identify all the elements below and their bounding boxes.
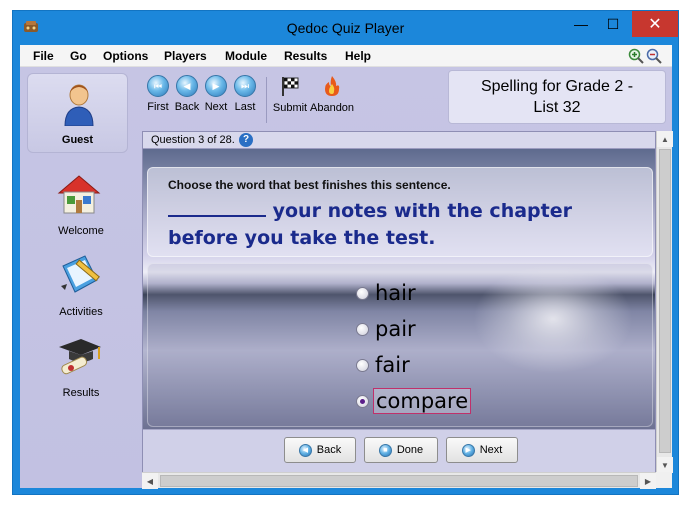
checkered-flag-icon — [282, 77, 299, 96]
answer-blank — [168, 199, 266, 217]
first-label: First — [147, 101, 169, 113]
answer-radio[interactable] — [356, 322, 369, 336]
question-header: Question 3 of 28. ? — [143, 132, 655, 149]
next-arrow-icon: ▶ — [461, 443, 475, 457]
sidebar-item-results[interactable]: Results — [20, 335, 142, 407]
menu-bar: File Go Options Players Module Results H… — [20, 45, 672, 67]
horizontal-scroll-thumb[interactable] — [160, 475, 638, 487]
abandon-label: Abandon — [310, 102, 355, 114]
answer-text[interactable]: hair — [373, 281, 418, 305]
abandon-button[interactable]: Abandon — [310, 75, 354, 114]
next-label: Next — [204, 101, 228, 113]
sidebar-label-activities: Activities — [59, 306, 103, 318]
fire-icon — [325, 76, 340, 96]
sidebar-label-results: Results — [62, 387, 100, 399]
scrollbar-corner — [656, 472, 672, 488]
submit-label: Submit — [272, 102, 308, 114]
vertical-scrollbar[interactable]: ▲ ▼ — [656, 131, 673, 473]
back-nav-button[interactable]: ◀ Back — [284, 437, 356, 463]
quiz-toolbar: ⏮ First ◀ Back ▶ Next ⏭ Last Submit Aban… — [143, 75, 373, 125]
answer-radio-selected[interactable] — [356, 394, 369, 408]
scroll-down-icon[interactable]: ▼ — [657, 457, 673, 473]
sentence-part-1: your notes with the chapter — [266, 200, 572, 222]
question-counter: Question 3 of 28. — [151, 134, 235, 146]
help-icon[interactable]: ? — [239, 133, 253, 147]
module-title-card: Spelling for Grade 2 - List 32 — [448, 70, 666, 124]
submit-button[interactable]: Submit — [272, 75, 308, 114]
sidebar-item-welcome[interactable]: Welcome — [20, 173, 142, 245]
menu-players[interactable]: Players — [164, 49, 207, 63]
answer-text-selected[interactable]: compare — [373, 388, 472, 414]
answer-option[interactable]: pair — [356, 316, 418, 342]
answer-option[interactable]: fair — [356, 352, 412, 378]
last-icon: ⏭ — [234, 75, 256, 97]
question-panel: Choose the word that best finishes this … — [147, 167, 653, 257]
maximize-button[interactable]: ☐ — [596, 11, 630, 37]
zoom-out-icon[interactable] — [646, 48, 662, 64]
next-nav-label: Next — [479, 444, 503, 456]
module-title-line1: Spelling for Grade 2 - — [480, 78, 634, 95]
menu-module[interactable]: Module — [225, 49, 267, 63]
client-area: File Go Options Players Module Results H… — [20, 45, 673, 489]
close-button[interactable]: ✕ — [632, 11, 678, 37]
done-label: Done — [396, 444, 424, 456]
toolbar-separator — [266, 77, 267, 123]
answer-text[interactable]: fair — [373, 353, 412, 377]
scroll-right-icon[interactable]: ▶ — [640, 473, 656, 489]
first-icon: ⏮ — [147, 75, 169, 97]
next-nav-button[interactable]: ▶ Next — [446, 437, 518, 463]
main-area: Guest Welcome Activities Results ⏮ First… — [20, 67, 673, 489]
answer-radio[interactable] — [356, 286, 369, 300]
sidebar-item-activities[interactable]: Activities — [20, 254, 142, 326]
back-nav-label: Back — [316, 444, 342, 456]
user-label: Guest — [61, 134, 94, 146]
minimize-button[interactable]: — — [564, 11, 598, 37]
next-button[interactable]: ▶ Next — [203, 75, 229, 113]
menu-go[interactable]: Go — [70, 49, 87, 63]
done-icon: ■ — [378, 443, 392, 457]
answer-option-selected[interactable]: compare — [356, 388, 472, 414]
back-label: Back — [174, 101, 200, 113]
notebook-pencil-icon — [61, 255, 100, 293]
menu-results[interactable]: Results — [284, 49, 327, 63]
back-arrow-icon: ◀ — [298, 443, 312, 457]
horizontal-scrollbar[interactable]: ◀ ▶ — [142, 472, 656, 489]
done-button[interactable]: ■ Done — [364, 437, 438, 463]
module-title-line2: List 32 — [533, 99, 581, 116]
answer-radio[interactable] — [356, 358, 369, 372]
answer-option[interactable]: hair — [356, 280, 418, 306]
user-profile-button[interactable]: Guest — [27, 73, 128, 153]
menu-help[interactable]: Help — [345, 49, 371, 63]
sidebar-label-welcome: Welcome — [58, 225, 104, 237]
question-sentence: your notes with the chapter before you t… — [168, 198, 638, 252]
last-button[interactable]: ⏭ Last — [232, 75, 258, 113]
user-avatar-icon — [64, 84, 94, 126]
home-icon — [57, 175, 101, 214]
scroll-up-icon[interactable]: ▲ — [657, 131, 673, 147]
menu-options[interactable]: Options — [103, 49, 148, 63]
vertical-scroll-thumb[interactable] — [659, 149, 671, 453]
sidebar: Guest Welcome Activities Results — [20, 67, 142, 488]
back-icon: ◀ — [176, 75, 198, 97]
last-label: Last — [234, 101, 256, 113]
question-nav-bar: ◀ Back ■ Done ▶ Next — [143, 429, 655, 472]
question-area: Question 3 of 28. ? Choose the word that… — [142, 131, 656, 473]
scroll-left-icon[interactable]: ◀ — [142, 473, 158, 489]
zoom-in-icon[interactable] — [628, 48, 644, 64]
first-button[interactable]: ⏮ First — [145, 75, 171, 113]
title-bar[interactable]: Qedoc Quiz Player — ☐ ✕ — [13, 11, 678, 45]
menu-file[interactable]: File — [33, 49, 54, 63]
sentence-part-2: before you take the test. — [168, 227, 436, 249]
graduation-cap-icon — [59, 339, 101, 375]
next-icon: ▶ — [205, 75, 227, 97]
answer-text[interactable]: pair — [373, 317, 418, 341]
app-window: Qedoc Quiz Player — ☐ ✕ File Go Options … — [12, 10, 679, 495]
question-instruction: Choose the word that best finishes this … — [168, 178, 451, 192]
answers-panel: hair pair fair compare — [147, 263, 653, 427]
back-button[interactable]: ◀ Back — [174, 75, 200, 113]
lake-background: Choose the word that best finishes this … — [143, 149, 655, 429]
